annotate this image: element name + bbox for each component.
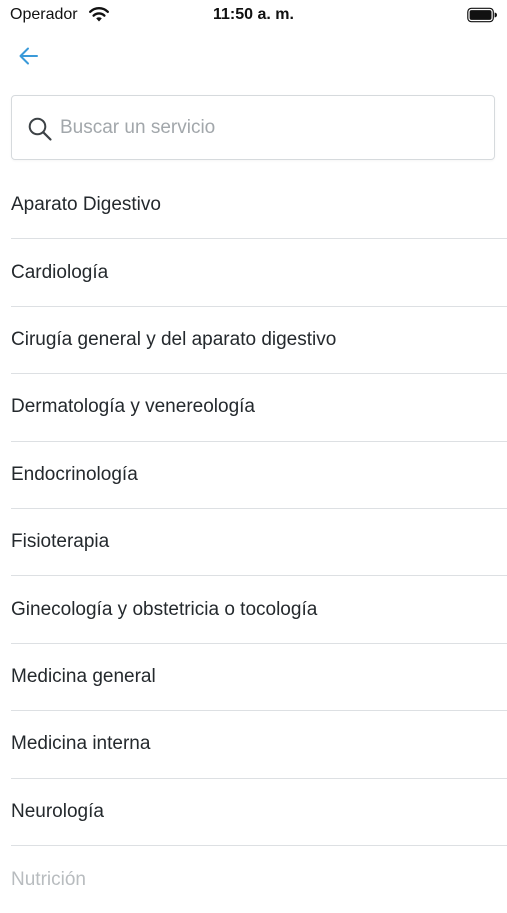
search-input[interactable] (60, 110, 480, 146)
service-item-ginecologia[interactable]: Ginecología y obstetricia o tocología (11, 576, 507, 644)
back-button[interactable] (14, 42, 44, 70)
service-item-neurologia[interactable]: Neurología (11, 779, 507, 846)
battery-icon (467, 7, 497, 23)
service-item-cirugia-general[interactable]: Cirugía general y del aparato digestivo (11, 307, 507, 375)
service-item-nutricion[interactable]: Nutrición (11, 846, 507, 913)
service-item-cardiologia[interactable]: Cardiología (11, 239, 507, 307)
service-item-endocrinologia[interactable]: Endocrinología (11, 442, 507, 509)
service-item-medicina-general[interactable]: Medicina general (11, 644, 507, 712)
status-time: 11:50 a. m. (213, 6, 294, 23)
service-item-fisioterapia[interactable]: Fisioterapia (11, 509, 507, 577)
service-item-dermatologia[interactable]: Dermatología y venereología (11, 374, 507, 442)
service-list: Aparato Digestivo Cardiología Cirugía ge… (11, 172, 507, 913)
service-item-medicina-interna[interactable]: Medicina interna (11, 711, 507, 779)
service-item-aparato-digestivo[interactable]: Aparato Digestivo (11, 172, 507, 240)
search-box[interactable] (11, 95, 495, 160)
search-icon (28, 117, 52, 141)
arrow-left-icon (19, 47, 38, 65)
status-bar: Operador 11:50 a. m. (0, 0, 507, 32)
